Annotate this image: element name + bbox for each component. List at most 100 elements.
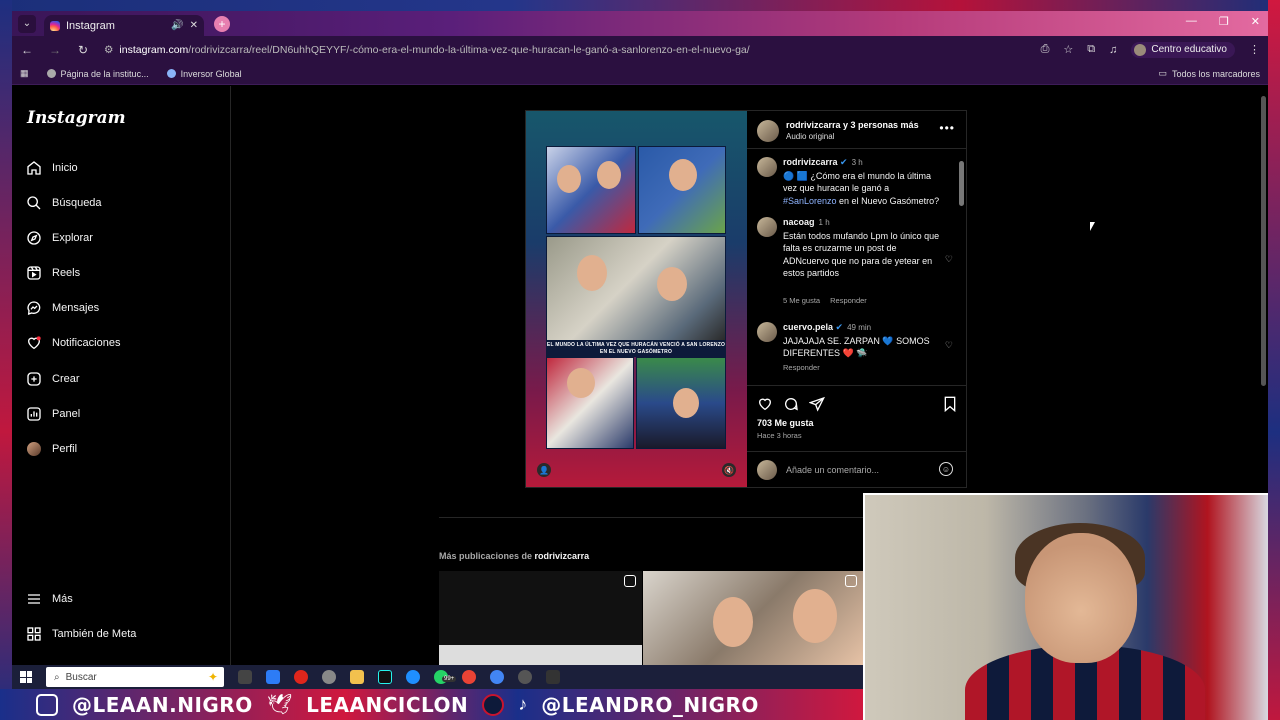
hashtag-link[interactable]: #SanLorenzo bbox=[783, 196, 837, 206]
comments-scrollbar[interactable] bbox=[959, 153, 964, 383]
likes-count[interactable]: 703 Me gusta bbox=[757, 418, 814, 428]
sidebar-item-inicio[interactable]: Inicio bbox=[26, 160, 78, 176]
bookmark-institucion[interactable]: Página de la instituc... bbox=[46, 69, 149, 79]
comment-input[interactable]: Añade un comentario... bbox=[786, 465, 879, 475]
taskbar-search[interactable]: ⌕ Buscar ✦ bbox=[46, 667, 224, 687]
forward-icon[interactable]: → bbox=[48, 43, 62, 57]
scroll-thumb[interactable] bbox=[959, 161, 964, 206]
page-scrollbar[interactable] bbox=[1261, 96, 1266, 386]
bookmark-label: Inversor Global bbox=[180, 68, 242, 79]
extensions-icon[interactable]: ⧉ bbox=[1087, 43, 1095, 56]
new-tab-button[interactable]: + bbox=[214, 15, 230, 32]
more-options-icon[interactable]: ••• bbox=[939, 121, 955, 135]
share-icon[interactable] bbox=[808, 396, 825, 417]
app-icon[interactable] bbox=[322, 670, 336, 684]
kick-bird-icon: 🕊 bbox=[266, 694, 293, 716]
whatsapp-icon[interactable]: 99+ bbox=[434, 670, 457, 684]
reel-badge-icon bbox=[624, 575, 636, 587]
audio-label[interactable]: Audio original bbox=[786, 132, 834, 141]
reel-badge-icon bbox=[845, 575, 857, 587]
media-controls-icon[interactable]: ♫ bbox=[1109, 44, 1117, 56]
more-posts-user[interactable]: rodrivizcarra bbox=[535, 551, 590, 561]
reload-icon[interactable]: ↻ bbox=[76, 43, 90, 57]
nav-label: Búsqueda bbox=[52, 197, 102, 209]
nav-label: Inicio bbox=[52, 162, 78, 174]
tab-search-button[interactable]: ⌄ bbox=[18, 14, 36, 33]
sidebar-item-crear[interactable]: Crear bbox=[26, 371, 80, 387]
apps-grid-icon[interactable]: ▦ bbox=[20, 68, 29, 79]
close-window-icon[interactable]: ✕ bbox=[1251, 15, 1260, 28]
close-tab-icon[interactable]: ✕ bbox=[190, 20, 198, 31]
sidebar-item-busqueda[interactable]: Búsqueda bbox=[26, 195, 102, 211]
sidebar-item-notificaciones[interactable]: Notificaciones bbox=[26, 335, 120, 351]
author-avatar[interactable] bbox=[757, 120, 779, 142]
comment-avatar[interactable] bbox=[757, 322, 777, 342]
reply-button[interactable]: Responder bbox=[830, 296, 867, 305]
site-info-icon[interactable]: ⚙ bbox=[104, 44, 113, 56]
minimize-icon[interactable]: — bbox=[1186, 15, 1197, 28]
like-comment-icon[interactable]: ♡ bbox=[945, 340, 953, 351]
obs-icon[interactable] bbox=[518, 670, 532, 684]
taskbar-search-placeholder: Buscar bbox=[65, 671, 97, 683]
comment-icon[interactable] bbox=[783, 396, 799, 417]
sidebar-item-tambien-de-meta[interactable]: También de Meta bbox=[26, 626, 136, 642]
comment-avatar[interactable] bbox=[757, 157, 777, 177]
file-explorer-icon[interactable] bbox=[350, 670, 364, 684]
windows-start-icon[interactable] bbox=[20, 671, 32, 683]
comment-user[interactable]: cuervo.pela bbox=[783, 322, 833, 332]
tiktok-icon[interactable] bbox=[378, 670, 392, 684]
install-app-icon[interactable]: ⎙ bbox=[1041, 43, 1050, 56]
plus-square-icon bbox=[26, 371, 42, 387]
comment-text: Están todos mufando Lpm lo único que fal… bbox=[783, 230, 940, 279]
comment-avatar[interactable] bbox=[757, 217, 777, 237]
copilot-icon[interactable] bbox=[266, 670, 280, 684]
tiktok-live-icon[interactable] bbox=[546, 670, 560, 684]
tagged-users-icon[interactable]: 👤 bbox=[537, 463, 551, 477]
bookmark-star-icon[interactable]: ☆ bbox=[1063, 43, 1073, 56]
profile-button[interactable]: Centro educativo bbox=[1131, 41, 1235, 58]
sidebar-item-mensajes[interactable]: Mensajes bbox=[26, 300, 99, 316]
window-controls: — ❐ ✕ bbox=[1186, 15, 1260, 28]
url-path: /rodrivizcarra/reel/DN6uhhQEYYF/-cómo-er… bbox=[188, 43, 750, 56]
url-field[interactable]: ⚙ instagram.com/rodrivizcarra/reel/DN6uh… bbox=[104, 44, 1027, 56]
add-comment-bar: Añade un comentario... ☺ bbox=[747, 451, 967, 487]
comment-likes[interactable]: 5 Me gusta bbox=[783, 296, 820, 305]
media-photo-5 bbox=[636, 357, 726, 449]
reel-media[interactable]: EL MUNDO LA ÚLTIMA VEZ QUE HURACÁN VENCI… bbox=[526, 111, 747, 487]
chrome-icon[interactable] bbox=[462, 670, 476, 684]
channel-handle: LEAANCICLON bbox=[306, 692, 469, 717]
reply-button[interactable]: Responder bbox=[783, 363, 820, 372]
task-view-icon[interactable] bbox=[238, 670, 252, 684]
save-icon[interactable] bbox=[943, 396, 957, 417]
opera-icon[interactable] bbox=[294, 670, 308, 684]
edge-icon[interactable] bbox=[406, 670, 420, 684]
tab-instagram[interactable]: Instagram 🔊 ✕ bbox=[44, 15, 204, 36]
sidebar-item-panel[interactable]: Panel bbox=[26, 406, 80, 422]
bookmark-inversor[interactable]: Inversor Global bbox=[166, 68, 242, 79]
emoji-icon[interactable]: ☺ bbox=[939, 462, 953, 476]
like-icon[interactable] bbox=[757, 396, 773, 417]
comment-text: 🔵 🟦 ¿Cómo era el mundo la última vez que… bbox=[783, 170, 931, 194]
all-bookmarks-button[interactable]: ▭ Todos los marcadores bbox=[1158, 68, 1260, 79]
back-icon[interactable]: ← bbox=[20, 43, 34, 57]
sidebar-item-explorar[interactable]: Explorar bbox=[26, 230, 93, 246]
more-post-thumb-2[interactable] bbox=[643, 571, 863, 665]
speaker-icon[interactable]: 🔊 bbox=[171, 20, 183, 31]
comment-user[interactable]: rodrivizcarra bbox=[783, 157, 838, 167]
sidebar-item-perfil[interactable]: Perfil bbox=[26, 441, 77, 457]
comment-user[interactable]: nacoag bbox=[783, 217, 815, 227]
sidebar-item-reels[interactable]: Reels bbox=[26, 265, 80, 281]
maximize-icon[interactable]: ❐ bbox=[1219, 15, 1229, 28]
inversor-icon bbox=[166, 69, 176, 78]
chrome-profile-icon[interactable] bbox=[490, 670, 504, 684]
mute-icon[interactable]: 🔇 bbox=[722, 463, 736, 477]
post-author[interactable]: rodrivizcarra y 3 personas más bbox=[786, 120, 919, 130]
browser-menu-icon[interactable]: ⋮ bbox=[1249, 43, 1260, 56]
globe-icon bbox=[46, 69, 56, 78]
more-posts-prefix: Más publicaciones de bbox=[439, 551, 533, 561]
instagram-logo[interactable]: Instagram bbox=[27, 108, 126, 128]
like-comment-icon[interactable]: ♡ bbox=[945, 254, 953, 265]
more-post-thumb-1[interactable] bbox=[439, 571, 642, 665]
sidebar-item-mas[interactable]: Más bbox=[26, 591, 73, 607]
reel-post: EL MUNDO LA ÚLTIMA VEZ QUE HURACÁN VENCI… bbox=[525, 110, 967, 488]
